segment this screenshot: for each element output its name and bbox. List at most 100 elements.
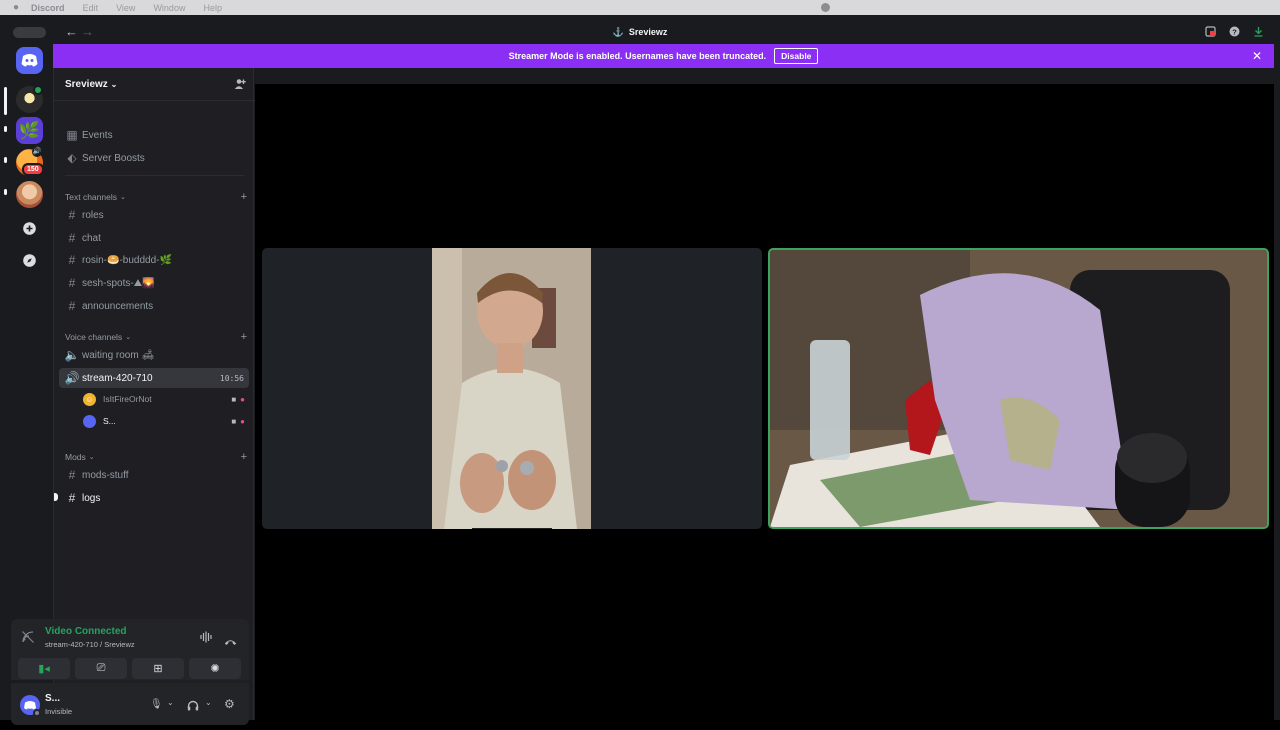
call-timer: 10:56 xyxy=(219,373,244,383)
channel-label: sesh-spots- xyxy=(82,277,134,289)
noise-suppression-icon[interactable] xyxy=(200,631,213,646)
channel-roles[interactable]: # roles xyxy=(59,205,249,225)
channel-label-part: -budddd- xyxy=(119,254,160,266)
menu-edit[interactable]: Edit xyxy=(83,3,99,13)
channel-chat[interactable]: # chat xyxy=(59,228,249,248)
compass-icon xyxy=(23,254,36,267)
headphones-icon[interactable] xyxy=(187,698,199,716)
channel-label: announcements xyxy=(82,300,154,312)
home-button[interactable] xyxy=(16,47,43,74)
live-icon: ● xyxy=(240,394,245,404)
channel-label: mods-stuff xyxy=(82,469,129,481)
disconnect-icon[interactable] xyxy=(224,633,237,651)
unread-indicator xyxy=(54,493,58,501)
menu-view[interactable]: View xyxy=(116,3,135,13)
category-voice-channels[interactable]: Voice channels ⌄ + xyxy=(65,331,250,343)
channel-sesh-spots[interactable]: # sesh-spots- ⛰ 🌄 xyxy=(59,273,249,293)
server-name: Sreviewz ⌄ xyxy=(65,79,117,90)
screenshare-button[interactable]: ⎚ xyxy=(75,658,127,679)
menu-help[interactable]: Help xyxy=(203,3,222,13)
apple-icon[interactable]: ● xyxy=(13,2,19,13)
download-icon[interactable] xyxy=(1253,26,1264,37)
server-portrait[interactable] xyxy=(16,181,43,208)
participant-image xyxy=(432,248,591,529)
microphone-icon[interactable]: 🎙 xyxy=(150,699,163,710)
user-panel: S... Invisible 🎙 ⌄ ⌄ ⚙ xyxy=(11,683,249,725)
channel-label: rosin- xyxy=(82,254,108,266)
channel-emoji: 🛋 xyxy=(141,349,155,361)
user-status: Invisible xyxy=(45,707,73,716)
add-server-button[interactable] xyxy=(16,215,43,242)
add-channel-icon[interactable]: + xyxy=(241,331,247,343)
hashtag-icon: # xyxy=(68,253,76,267)
camera-button[interactable]: ▮◂ xyxy=(18,658,70,679)
voice-user[interactable]: ☺ IsItFireOrNot ■ ● xyxy=(83,390,249,408)
speaker-icon: 🔊 xyxy=(32,147,42,157)
video-tile-speaking[interactable] xyxy=(768,248,1269,529)
channel-rosin-budddd[interactable]: # rosin- 🥯 -budddd- 🌿 xyxy=(59,250,249,270)
discord-window: ← → ⚓ Sreviewz ? 🌿 🔊 150 Streamer Mode i… xyxy=(0,15,1280,730)
voice-user-name: S... xyxy=(103,416,116,426)
category-mods[interactable]: Mods ⌄ + xyxy=(65,451,250,463)
help-icon[interactable]: ? xyxy=(1229,26,1240,37)
channel-label: logs xyxy=(82,492,101,504)
channel-label: chat xyxy=(82,232,101,244)
unread-indicator xyxy=(4,157,7,163)
username: S... xyxy=(45,693,61,704)
server-header[interactable]: Sreviewz ⌄ xyxy=(54,68,255,101)
voice-user-name: IsItFireOrNot xyxy=(103,394,152,404)
invite-icon[interactable] xyxy=(234,78,246,93)
window-title-text: Sreviewz xyxy=(628,27,668,37)
voice-channel-waiting-room[interactable]: 🔈 waiting room 🛋 xyxy=(59,345,249,365)
plus-icon xyxy=(23,222,36,235)
voice-user-status: ■ ● xyxy=(231,417,245,426)
category-label: Voice channels xyxy=(65,332,123,342)
voice-channel-link[interactable]: stream-420-710 / Sreviewz xyxy=(45,640,135,649)
sidebar-item-server-boosts[interactable]: ⬖ Server Boosts xyxy=(59,148,249,168)
sidebar-item-label: Events xyxy=(82,129,113,141)
menu-window[interactable]: Window xyxy=(153,3,185,13)
channel-emoji: ⛰ xyxy=(133,277,143,289)
mention-badge: 150 xyxy=(22,163,44,176)
boost-icon: ⬖ xyxy=(67,151,77,165)
hashtag-icon: # xyxy=(68,208,76,222)
discover-button[interactable] xyxy=(16,247,43,274)
chevron-down-icon[interactable]: ⌄ xyxy=(205,698,212,707)
channel-label: stream-420-710 xyxy=(82,372,153,384)
menu-app-name[interactable]: Discord xyxy=(31,3,65,13)
category-label: Text channels xyxy=(65,192,117,202)
voice-user[interactable]: S... ■ ● xyxy=(83,412,249,430)
voice-channel-stream[interactable]: 🔊 stream-420-710 10:56 xyxy=(59,368,249,388)
category-label: Mods xyxy=(65,452,86,462)
channel-logs[interactable]: # logs xyxy=(59,488,249,508)
channel-label: roles xyxy=(82,209,104,221)
window-title: ⚓ Sreviewz xyxy=(0,27,1280,38)
channel-mods-stuff[interactable]: # mods-stuff xyxy=(59,465,249,485)
close-icon[interactable]: ✕ xyxy=(1252,49,1262,63)
status-dot-icon xyxy=(821,3,830,12)
chevron-down-icon[interactable]: ⌄ xyxy=(167,698,174,707)
speaker-icon: 🔈 xyxy=(64,348,80,362)
add-channel-icon[interactable]: + xyxy=(241,451,247,463)
inbox-icon[interactable] xyxy=(1205,26,1216,37)
screen-share-icon: ⎚ xyxy=(96,662,106,674)
channel-announcements[interactable]: # announcements xyxy=(59,296,249,316)
soundboard-button[interactable]: ✺ xyxy=(189,658,241,679)
category-text-channels[interactable]: Text channels ⌄ + xyxy=(65,191,250,203)
server-cannabis[interactable]: 🌿 xyxy=(16,117,43,144)
svg-text:?: ? xyxy=(1232,27,1237,36)
gear-icon[interactable]: ⚙ xyxy=(224,697,235,711)
activities-button[interactable]: ⊞ xyxy=(132,658,184,679)
chevron-down-icon: ⌄ xyxy=(110,80,118,89)
banner-text: Streamer Mode is enabled. Usernames have… xyxy=(508,51,767,61)
chevron-down-icon: ⌄ xyxy=(119,194,126,201)
video-tile[interactable] xyxy=(262,248,762,529)
speaker-active-icon: 🔊 xyxy=(64,371,80,385)
sidebar-item-events[interactable]: ▦ Events xyxy=(59,125,249,145)
unread-indicator xyxy=(4,126,7,132)
add-channel-icon[interactable]: + xyxy=(241,191,247,203)
calendar-icon: ▦ xyxy=(66,128,78,142)
live-icon: ● xyxy=(240,416,245,426)
disable-streamer-mode-button[interactable]: Disable xyxy=(774,48,819,64)
voice-active-icon xyxy=(33,85,43,95)
